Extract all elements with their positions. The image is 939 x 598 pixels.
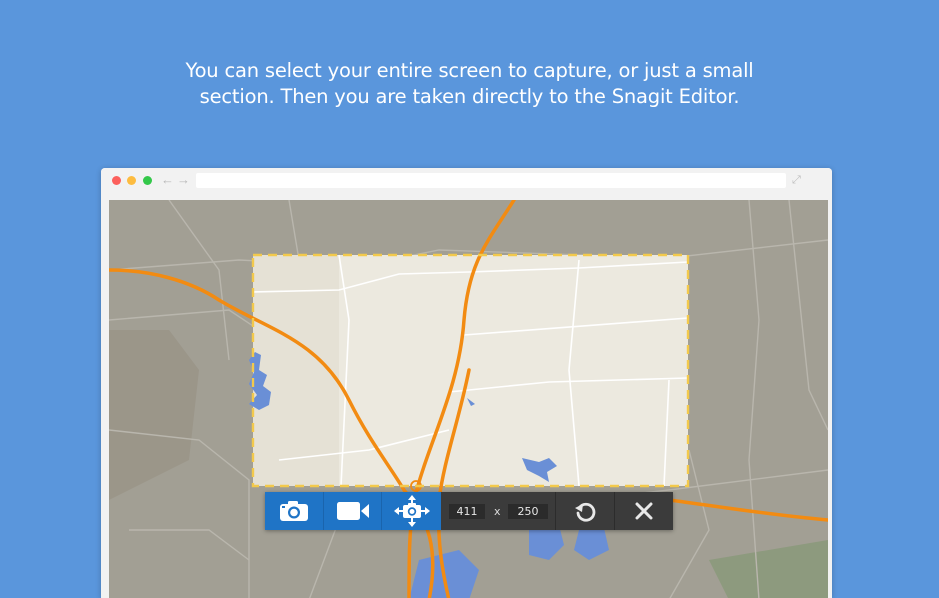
back-arrow-icon[interactable]: ← bbox=[161, 173, 174, 187]
dimension-separator: x bbox=[494, 505, 501, 518]
restart-icon bbox=[575, 502, 596, 522]
image-capture-button[interactable] bbox=[265, 492, 323, 530]
move-camera-icon bbox=[393, 495, 430, 527]
address-bar[interactable] bbox=[196, 173, 786, 188]
capture-toolbar: 411 x 250 bbox=[265, 492, 673, 530]
map-graphic bbox=[109, 200, 828, 598]
close-button[interactable] bbox=[615, 492, 673, 530]
close-window-dot[interactable] bbox=[112, 176, 121, 185]
browser-window: ← → ⤢ bbox=[101, 168, 832, 598]
headline-line-1: You can select your entire screen to cap… bbox=[185, 59, 754, 82]
map-viewport bbox=[109, 200, 828, 598]
close-icon bbox=[635, 502, 653, 520]
height-field[interactable]: 250 bbox=[508, 504, 548, 519]
move-selection-button[interactable] bbox=[381, 492, 441, 530]
browser-titlebar: ← → ⤢ bbox=[101, 168, 832, 193]
selection-dimensions: 411 x 250 bbox=[440, 492, 556, 530]
expand-icon[interactable]: ⤢ bbox=[792, 173, 801, 187]
headline-line-2: section. Then you are taken directly to … bbox=[199, 85, 740, 108]
width-field[interactable]: 411 bbox=[449, 504, 485, 519]
headline: You can select your entire screen to cap… bbox=[0, 58, 939, 110]
video-camera-icon bbox=[337, 502, 369, 520]
forward-arrow-icon[interactable]: → bbox=[177, 173, 190, 187]
restart-button[interactable] bbox=[556, 492, 615, 530]
camera-icon bbox=[280, 501, 308, 521]
minimize-window-dot[interactable] bbox=[127, 176, 136, 185]
zoom-window-dot[interactable] bbox=[143, 176, 152, 185]
video-capture-button[interactable] bbox=[323, 492, 382, 530]
